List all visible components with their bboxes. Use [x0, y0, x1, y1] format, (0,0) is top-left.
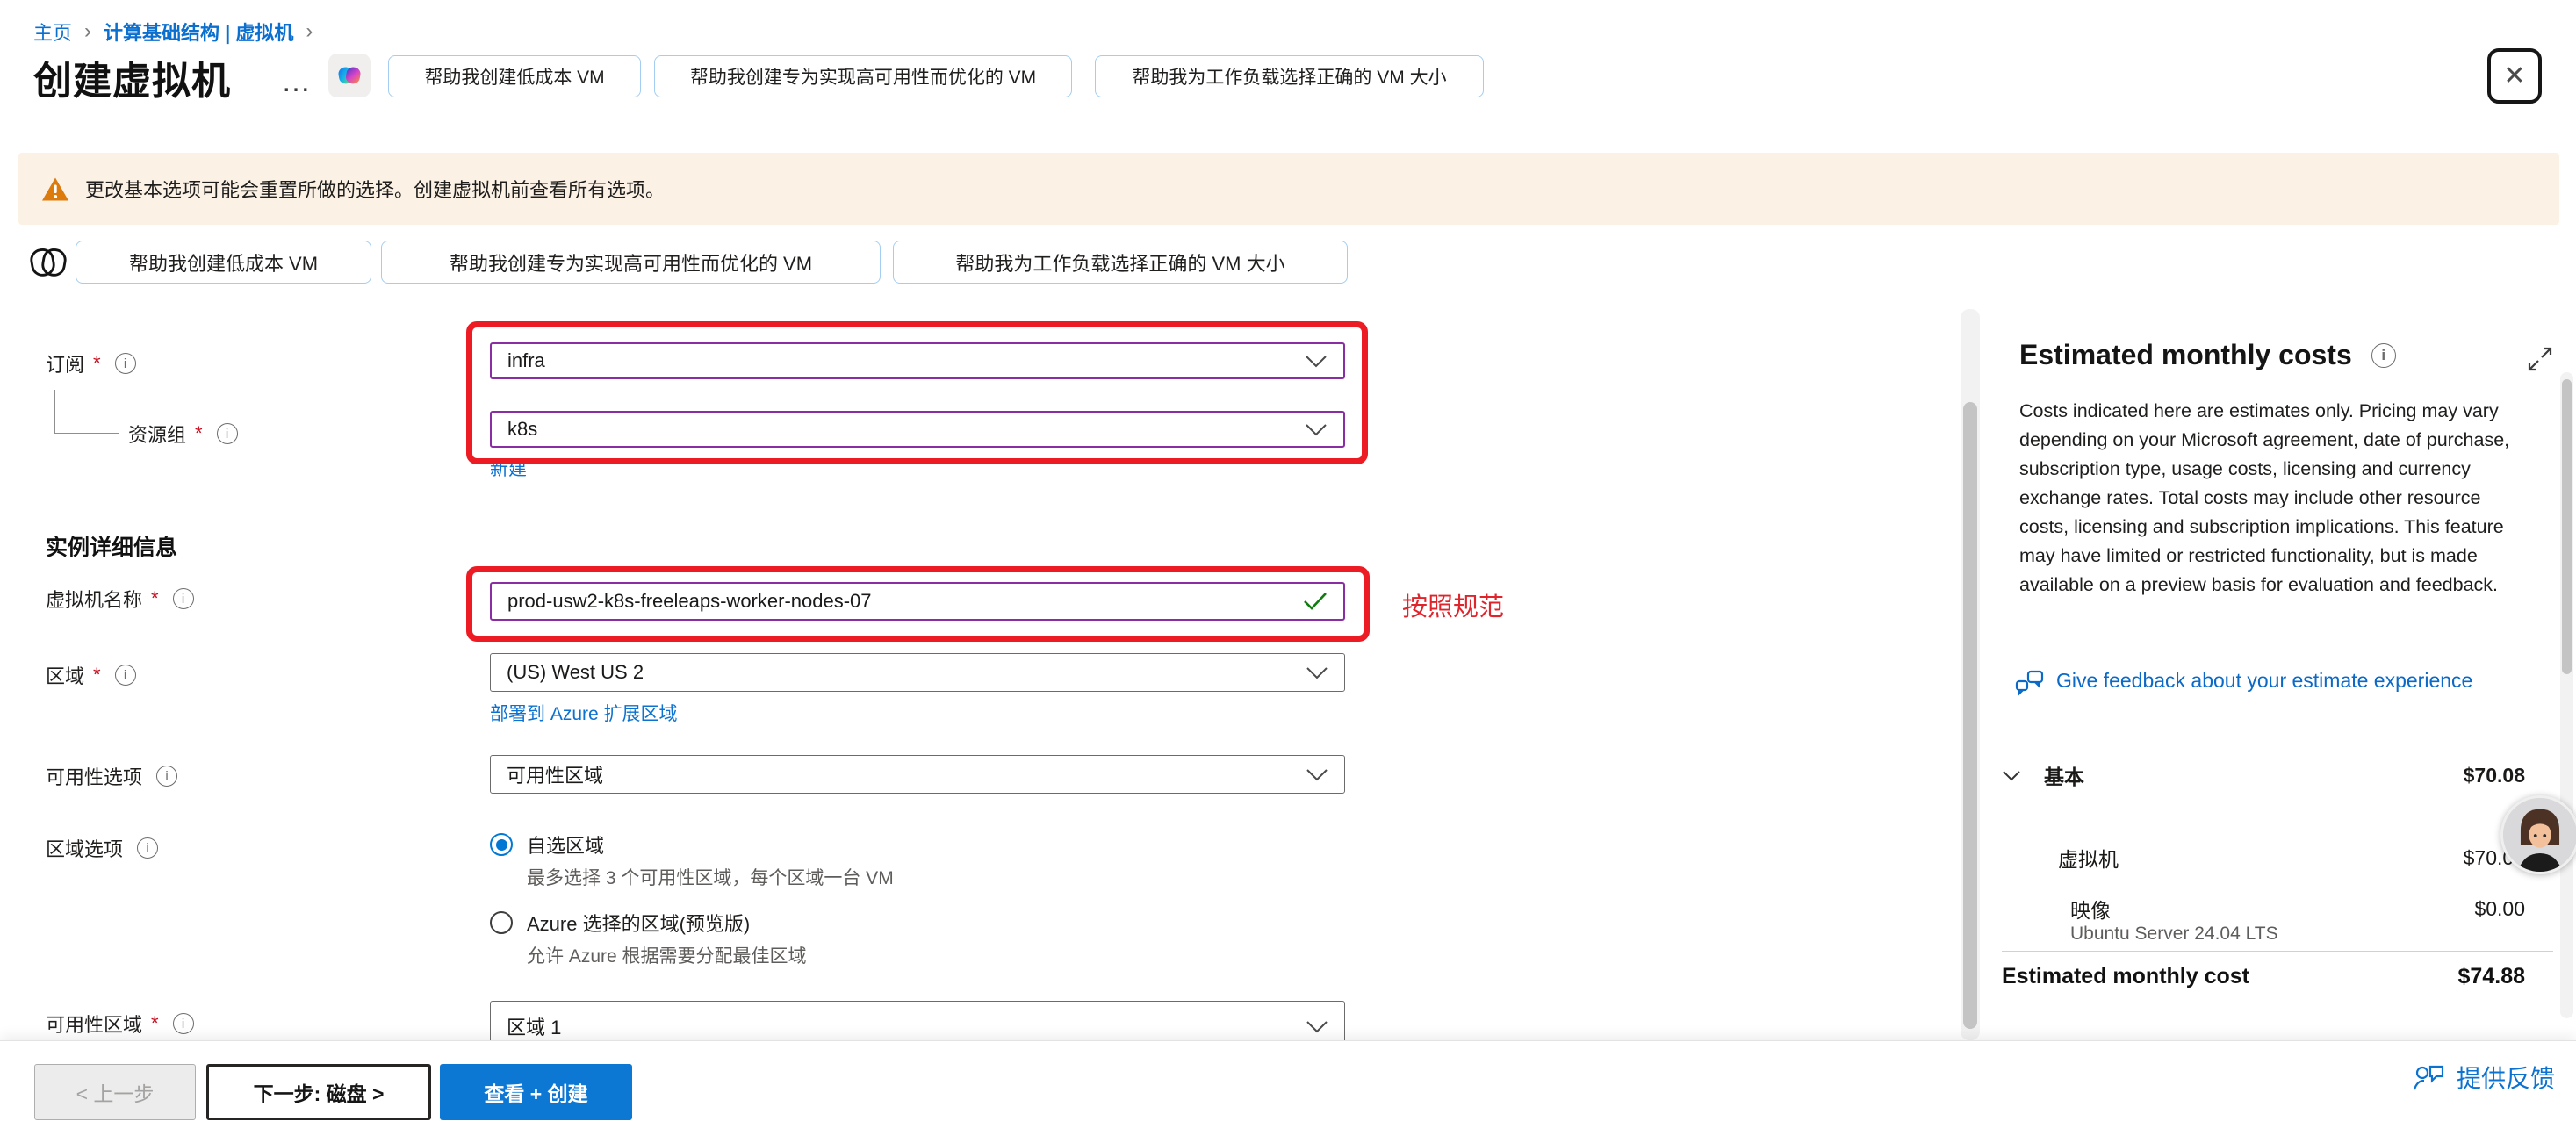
cost-panel-divider	[2002, 951, 2553, 952]
required-marker: *	[151, 587, 159, 610]
close-icon: ✕	[2503, 61, 2525, 91]
chevron-down-icon	[1306, 1020, 1328, 1033]
info-icon[interactable]	[2371, 343, 2396, 368]
copilot-suggestion-low-cost-2[interactable]: 帮助我创建低成本 VM	[76, 241, 371, 284]
radio-unselected-icon[interactable]	[490, 911, 513, 934]
valid-check-icon	[1303, 592, 1328, 611]
cost-panel-description: Costs indicated here are estimates only.…	[2019, 397, 2530, 600]
required-marker: *	[93, 352, 101, 375]
availability-options-label: 可用性选项	[46, 762, 177, 790]
info-icon[interactable]	[137, 837, 158, 859]
zone-option-self-select-desc: 最多选择 3 个可用性区域，每个区域一台 VM	[527, 864, 894, 890]
panel-scrollbar-thumb[interactable]	[2562, 379, 2572, 674]
more-options-button[interactable]: …	[281, 65, 313, 99]
cost-value: $70.08	[2464, 764, 2525, 787]
footer-bar: < 上一步 下一步: 磁盘 > 查看 + 创建 提供反馈	[0, 1040, 2576, 1143]
copilot-outline-icon	[28, 242, 68, 283]
breadcrumb-section-link[interactable]: 计算基础结构 | 虚拟机	[104, 18, 293, 46]
next-step-disks-button[interactable]: 下一步: 磁盘 >	[206, 1064, 431, 1120]
provide-feedback-link[interactable]: 提供反馈	[2413, 1060, 2555, 1095]
region-label: 区域 *	[46, 661, 136, 689]
chevron-down-icon[interactable]	[2002, 770, 2021, 781]
info-icon[interactable]	[217, 423, 238, 444]
presenter-avatar	[2500, 795, 2576, 874]
info-icon[interactable]	[156, 766, 177, 787]
zone-option-azure-select[interactable]: Azure 选择的区域(预览版)	[490, 909, 750, 937]
radio-selected-icon[interactable]	[490, 833, 513, 856]
availability-zone-label: 可用性区域 *	[46, 1010, 194, 1038]
vm-name-label: 虚拟机名称 *	[46, 585, 194, 613]
copilot-suggestion-high-availability-2[interactable]: 帮助我创建专为实现高可用性而优化的 VM	[381, 241, 881, 284]
close-button[interactable]: ✕	[2487, 48, 2542, 104]
collapse-panel-icon[interactable]	[2527, 346, 2553, 372]
warning-triangle-icon	[41, 176, 69, 202]
zone-option-azure-select-desc: 允许 Azure 根据需要分配最佳区域	[527, 942, 807, 968]
info-icon[interactable]	[173, 588, 194, 609]
form-scrollbar-thumb[interactable]	[1963, 402, 1977, 1029]
previous-step-button[interactable]: < 上一步	[34, 1064, 196, 1120]
person-feedback-icon	[2413, 1062, 2446, 1092]
cost-row-vm: 虚拟机 $70.08	[2002, 843, 2525, 873]
estimate-feedback-link[interactable]: Give feedback about your estimate experi…	[2014, 667, 2541, 699]
breadcrumb-separator: ›	[306, 19, 313, 44]
breadcrumb: 主页 › 计算基础结构 | 虚拟机 ›	[33, 18, 313, 46]
copilot-suggestion-high-availability[interactable]: 帮助我创建专为实现高可用性而优化的 VM	[654, 55, 1072, 97]
resource-group-tree-connector	[54, 390, 119, 434]
zone-option-self-select[interactable]: 自选区域	[490, 830, 604, 859]
required-marker: *	[93, 664, 101, 687]
region-dropdown[interactable]: (US) West US 2	[490, 653, 1345, 692]
annotation-note: 按照规范	[1402, 586, 1504, 623]
cost-total-value: $74.88	[2458, 964, 2525, 989]
info-icon[interactable]	[115, 353, 136, 374]
feedback-bubbles-icon	[2014, 667, 2046, 699]
info-icon[interactable]	[173, 1013, 194, 1034]
subscription-label: 订阅 *	[46, 349, 136, 377]
cost-panel-title: Estimated monthly costs	[2019, 339, 2396, 371]
create-new-resource-group-link[interactable]: 新建	[490, 455, 527, 481]
cost-group-row: 基本 $70.08	[2002, 760, 2525, 790]
copilot-suggestion-vm-size-2[interactable]: 帮助我为工作负载选择正确的 VM 大小	[893, 241, 1348, 284]
copilot-button[interactable]	[328, 54, 371, 97]
zone-options-label: 区域选项	[46, 834, 158, 862]
deploy-edge-zone-link[interactable]: 部署到 Azure 扩展区域	[490, 700, 678, 726]
warning-banner: 更改基本选项可能会重置所做的选择。创建虚拟机前查看所有选项。	[18, 153, 2559, 225]
cost-value: $0.00	[2474, 897, 2525, 921]
instance-details-section-title: 实例详细信息	[46, 530, 177, 562]
cost-row-image: 映像 $0.00	[2002, 894, 2525, 924]
required-marker: *	[151, 1012, 159, 1035]
chevron-down-icon	[1305, 355, 1328, 368]
subscription-dropdown[interactable]: infra	[490, 342, 1345, 379]
chevron-down-icon	[1306, 666, 1328, 679]
copilot-suggestion-vm-size[interactable]: 帮助我为工作负载选择正确的 VM 大小	[1095, 55, 1484, 97]
resource-group-dropdown[interactable]: k8s	[490, 411, 1345, 448]
copilot-logo-icon	[336, 62, 363, 89]
chevron-down-icon	[1306, 768, 1328, 781]
copilot-suggestion-low-cost[interactable]: 帮助我创建低成本 VM	[388, 55, 641, 97]
chevron-down-icon	[1305, 423, 1328, 436]
cost-total-row: Estimated monthly cost $74.88	[2002, 964, 2525, 989]
breadcrumb-home-link[interactable]: 主页	[33, 18, 72, 46]
page-title: 创建虚拟机	[33, 49, 231, 105]
availability-options-dropdown[interactable]: 可用性区域	[490, 755, 1345, 794]
vm-name-input[interactable]: prod-usw2-k8s-freeleaps-worker-nodes-07	[490, 582, 1345, 621]
cost-row-image-sub: Ubuntu Server 24.04 LTS	[2070, 924, 2278, 945]
required-marker: *	[195, 422, 203, 445]
info-icon[interactable]	[115, 665, 136, 686]
review-create-button[interactable]: 查看 + 创建	[440, 1064, 632, 1120]
resource-group-label: 资源组 *	[128, 420, 238, 448]
breadcrumb-separator: ›	[84, 19, 91, 44]
warning-text: 更改基本选项可能会重置所做的选择。创建虚拟机前查看所有选项。	[85, 175, 665, 203]
